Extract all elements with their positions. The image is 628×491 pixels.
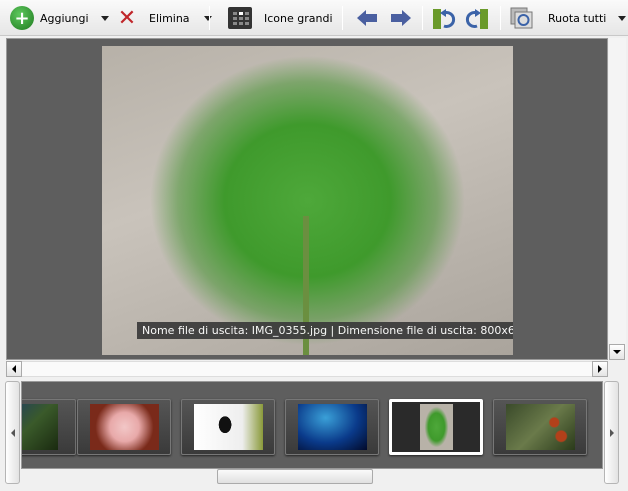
grid-cell — [233, 21, 237, 25]
arrow-right-icon — [609, 428, 614, 437]
add-button[interactable]: + Aggiungi — [10, 4, 109, 32]
plus-icon: + — [10, 6, 34, 30]
rotate-all-label: Ruota tutti — [548, 11, 607, 25]
thumbnail-image — [505, 404, 575, 450]
rotate-right-button[interactable] — [465, 4, 489, 32]
chevron-down-icon[interactable] — [100, 15, 109, 21]
grid-icon — [228, 7, 252, 29]
scroll-down-button[interactable] — [609, 344, 625, 360]
grid-cell — [239, 21, 243, 25]
rotate-all-button[interactable]: Ruota tutti — [510, 4, 627, 32]
arrow-left-icon — [357, 10, 377, 26]
grid-cell — [245, 16, 249, 20]
divider — [422, 6, 423, 30]
add-label: Aggiungi — [40, 11, 89, 25]
image-viewer: Nome file di uscita: IMG_0355.jpg | Dime… — [6, 38, 608, 360]
thumbnail-red-berries[interactable] — [493, 399, 587, 455]
chevron-down-icon[interactable] — [203, 15, 212, 21]
thumbnail-image — [193, 404, 263, 450]
grid-cell — [239, 16, 243, 20]
rotate-all-icon — [510, 7, 533, 29]
divider — [342, 6, 343, 30]
thumbnail-image — [297, 404, 367, 450]
large-icons-button[interactable]: Icone grandi — [228, 4, 333, 32]
next-button[interactable] — [390, 4, 412, 32]
previous-button[interactable] — [356, 4, 378, 32]
vertical-scrollbar[interactable] — [609, 38, 626, 360]
thumbnail-image — [419, 404, 453, 450]
filmstrip-prev-button[interactable] — [5, 381, 20, 484]
thumbnail-palms[interactable] — [22, 399, 76, 455]
thumbnail-image — [22, 404, 58, 450]
grid-cell — [245, 11, 249, 15]
arrow-right-icon — [391, 10, 411, 26]
thumbnail-image — [89, 404, 159, 450]
grid-cell — [233, 11, 237, 15]
scroll-left-button[interactable] — [6, 361, 22, 377]
arrow-down-icon — [613, 350, 621, 354]
scroll-right-button[interactable] — [592, 361, 608, 377]
divider — [209, 6, 210, 30]
rotate-left-button[interactable] — [432, 4, 456, 32]
image-caption: Nome file di uscita: IMG_0355.jpg | Dime… — [137, 322, 513, 339]
delete-label: Elimina — [149, 11, 190, 25]
grid-cell — [233, 16, 237, 20]
large-icons-label: Icone grandi — [264, 11, 333, 25]
filmstrip-scrollbar-thumb[interactable] — [217, 469, 373, 484]
delete-button[interactable]: ✕ Elimina — [117, 4, 212, 32]
divider — [500, 6, 501, 30]
thumbnail-bird[interactable] — [181, 399, 275, 455]
arrow-left-icon — [10, 428, 15, 437]
preview-image: Nome file di uscita: IMG_0355.jpg | Dime… — [102, 46, 513, 355]
thumbnail-plant-selected[interactable] — [389, 399, 483, 455]
arrow-right-icon — [598, 365, 602, 373]
chevron-down-icon[interactable] — [618, 15, 627, 21]
rotate-right-icon — [465, 9, 488, 29]
rotate-left-icon — [433, 9, 456, 29]
thumbnail-blue-water[interactable] — [285, 399, 379, 455]
filmstrip — [21, 381, 603, 469]
grid-cell — [245, 21, 249, 25]
filmstrip-next-button[interactable] — [604, 381, 619, 484]
toolbar: + Aggiungi ✕ Elimina Icone grandi Ruota … — [0, 0, 628, 36]
horizontal-scrollbar[interactable] — [6, 361, 608, 377]
arrow-left-icon — [12, 365, 16, 373]
grid-cell — [239, 11, 243, 15]
thumbnail-flowers[interactable] — [77, 399, 171, 455]
delete-x-icon: ✕ — [117, 5, 137, 31]
